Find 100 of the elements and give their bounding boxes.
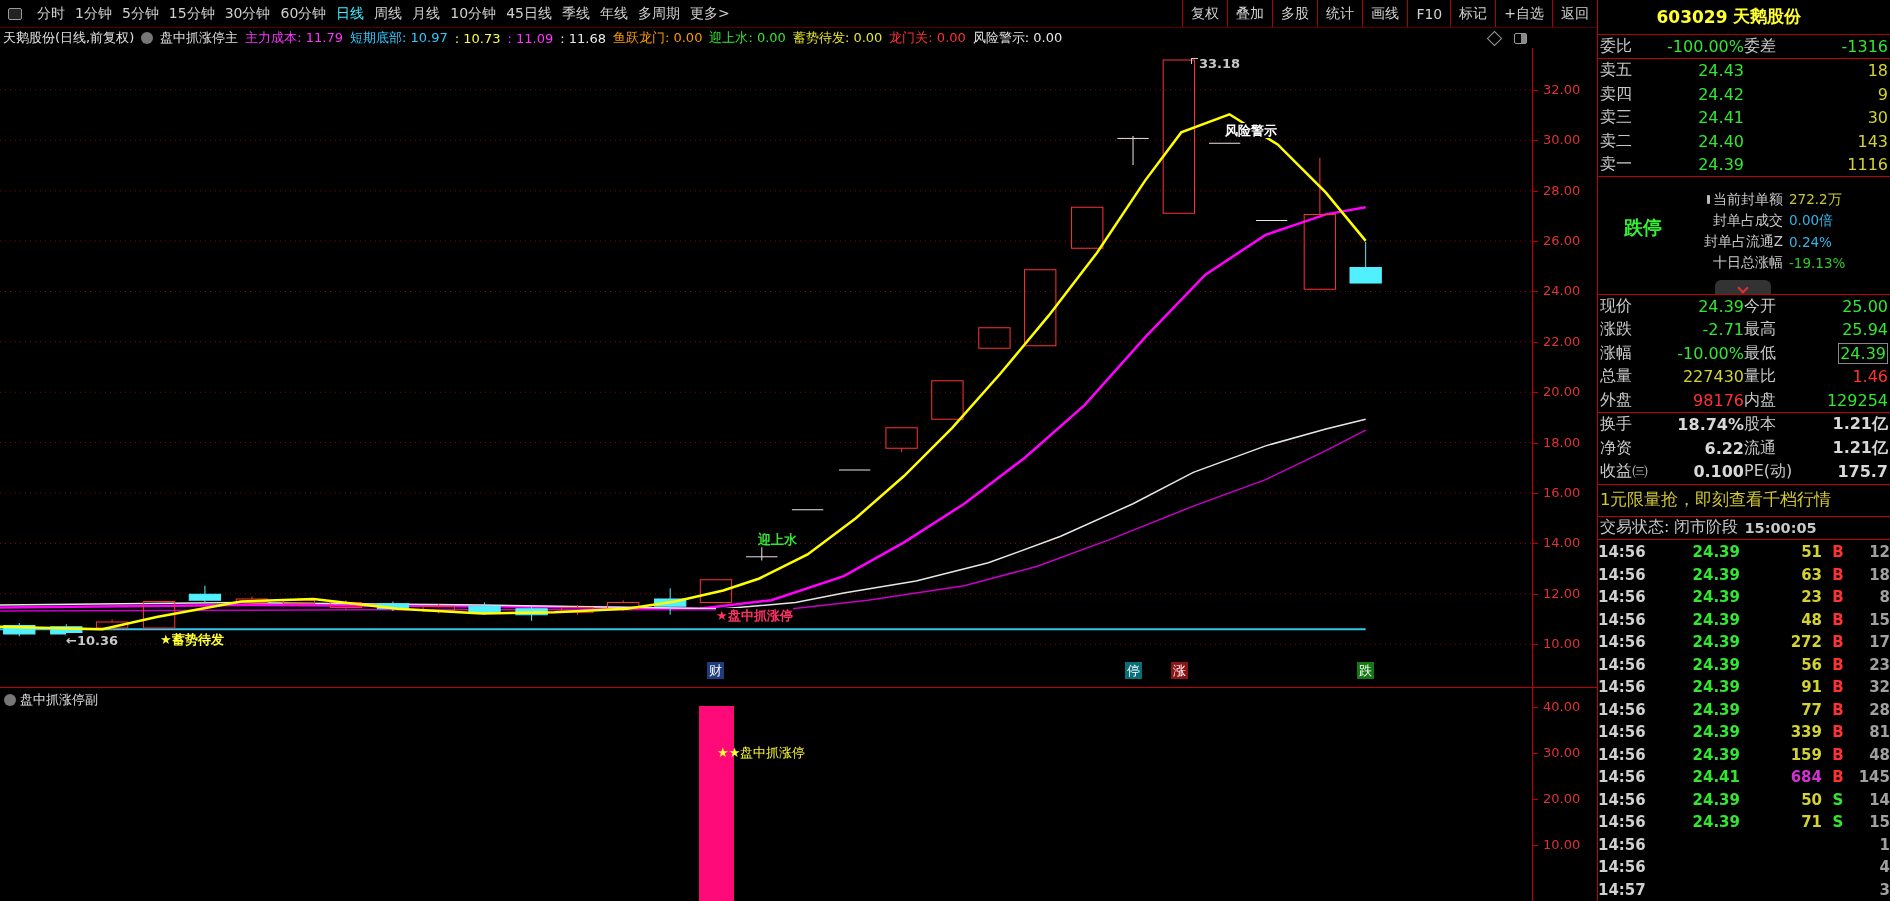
trade-price: 24.39	[1691, 655, 1740, 674]
trade-time: 14:56	[1598, 745, 1647, 764]
candlestick	[978, 327, 1011, 349]
price-axis-label: 18.00	[1543, 434, 1581, 450]
trade-side: B	[1831, 678, 1845, 697]
trade-count: 17	[1868, 633, 1890, 652]
chart-annotation: 33.18	[1199, 56, 1241, 71]
period-tab[interactable]: 月线	[407, 4, 446, 23]
candlestick	[654, 587, 687, 616]
value-axis-label: 40.00	[1543, 699, 1581, 714]
chart-annotation: ★盘中抓涨停	[716, 608, 793, 623]
candlestick	[142, 600, 176, 629]
ask-price: 24.43	[1697, 61, 1744, 80]
field-value: 25.00	[1841, 296, 1888, 316]
period-tab[interactable]: 分时	[32, 4, 70, 23]
field-value: 98176	[1692, 390, 1744, 410]
collapse-button[interactable]	[1715, 279, 1771, 294]
trade-side: B	[1831, 588, 1845, 607]
dropdown-icon[interactable]	[141, 32, 154, 44]
price-axis-label: 32.00	[1543, 81, 1581, 97]
promo-link[interactable]: 1元限量抢，即刻查看千档行情	[1598, 484, 1890, 517]
ask-label: 卖二	[1600, 130, 1633, 152]
ask-price: 24.39	[1697, 155, 1744, 174]
panel-icon[interactable]	[1514, 32, 1527, 44]
price-axis-label: 20.00	[1543, 384, 1581, 400]
field-value: 0.100	[1692, 462, 1744, 482]
indicator-name[interactable]: 盘中抓涨停主	[160, 29, 239, 47]
price-axis-label: 28.00	[1543, 182, 1581, 198]
field-value: 175.7	[1836, 462, 1888, 482]
trade-volume: 48	[1800, 610, 1822, 629]
trade-count: 1	[1878, 835, 1890, 854]
trade-volume: 91	[1800, 678, 1822, 697]
alert-icon	[1707, 195, 1710, 205]
indicator-value: : 11.68	[560, 30, 606, 46]
trade-count: 32	[1868, 678, 1890, 697]
indicator-name[interactable]: 盘中抓涨停副	[20, 691, 98, 709]
period-tab[interactable]: 15分钟	[163, 4, 220, 23]
field-label: 最高	[1744, 319, 1777, 341]
indicator-value: : 11.09	[507, 30, 554, 46]
indicator-value: 鱼跃龙门: 0.00	[612, 29, 703, 47]
trade-price: 24.39	[1691, 723, 1740, 742]
period-tab[interactable]: 更多>	[685, 4, 735, 23]
field-value: -100.00%	[1666, 36, 1744, 56]
signal-marker: 财	[707, 662, 724, 679]
field-value: -10.00%	[1676, 343, 1744, 363]
trade-time: 14:56	[1598, 723, 1647, 742]
status-time: 15:00:05	[1744, 519, 1817, 536]
trade-volume: 50	[1800, 790, 1822, 809]
field-label: 股本	[1744, 414, 1777, 436]
trade-price: 24.39	[1691, 745, 1740, 764]
period-tab[interactable]: 多周期	[633, 4, 685, 23]
field-value: 25.94	[1841, 320, 1888, 340]
trade-count: 14	[1868, 790, 1890, 809]
ask-price: 24.42	[1697, 84, 1744, 104]
indicator-value: 蓄势待发: 0.00	[792, 29, 883, 47]
ask-price: 24.41	[1697, 108, 1744, 127]
trade-time: 14:56	[1598, 768, 1647, 787]
value-axis-label: 20.00	[1543, 791, 1581, 806]
period-tab[interactable]: 年线	[595, 4, 633, 23]
candlestick	[188, 585, 222, 604]
candlestick	[607, 599, 640, 612]
ask-label: 卖一	[1600, 154, 1633, 175]
trade-count: 18	[1868, 565, 1890, 584]
period-tab[interactable]: 5分钟	[116, 4, 164, 23]
trade-price: 24.39	[1691, 633, 1740, 652]
trade-time: 14:56	[1598, 678, 1647, 697]
candlestick	[1071, 206, 1104, 249]
candlestick	[282, 597, 316, 607]
period-tab[interactable]: 季线	[557, 4, 595, 23]
period-tab[interactable]: 1分钟	[70, 4, 117, 23]
stock-code: 603029	[1656, 6, 1728, 27]
candlestick	[1208, 142, 1241, 144]
field-value: 1.21亿	[1831, 437, 1888, 459]
candlestick	[745, 546, 778, 561]
trade-volume: 77	[1800, 700, 1822, 719]
candlestick	[235, 596, 269, 606]
trade-time: 14:56	[1598, 565, 1647, 584]
period-tab[interactable]: 周线	[369, 4, 408, 23]
chart-title: 天鹅股份(日线,前复权)	[3, 29, 135, 47]
field-label: 总量	[1600, 366, 1633, 388]
panel-toggle-icon[interactable]	[8, 7, 22, 20]
period-tab[interactable]: 30分钟	[219, 4, 276, 23]
field-value: 6.22	[1703, 438, 1744, 458]
indicator-value: 迎上水: 0.00	[709, 29, 786, 47]
trade-side: B	[1831, 610, 1845, 629]
period-tab[interactable]: 日线	[331, 4, 370, 23]
trade-time: 14:56	[1598, 813, 1647, 832]
period-tab[interactable]: 10分钟	[445, 4, 502, 23]
trade-time: 14:56	[1598, 655, 1647, 674]
info-label: 封单占成交	[1713, 211, 1783, 230]
indicator-value: : 10.73	[454, 30, 501, 46]
field-value: 18.74%	[1676, 415, 1744, 435]
trade-price: 24.41	[1691, 768, 1740, 787]
period-tab[interactable]: 60分钟	[275, 4, 332, 23]
dropdown-icon[interactable]	[4, 694, 16, 706]
period-tab[interactable]: 45日线	[501, 4, 557, 23]
field-label: 净资	[1600, 437, 1633, 459]
trade-side: B	[1831, 655, 1845, 674]
trade-price: 24.39	[1691, 790, 1740, 809]
field-label: 最低	[1744, 342, 1777, 364]
